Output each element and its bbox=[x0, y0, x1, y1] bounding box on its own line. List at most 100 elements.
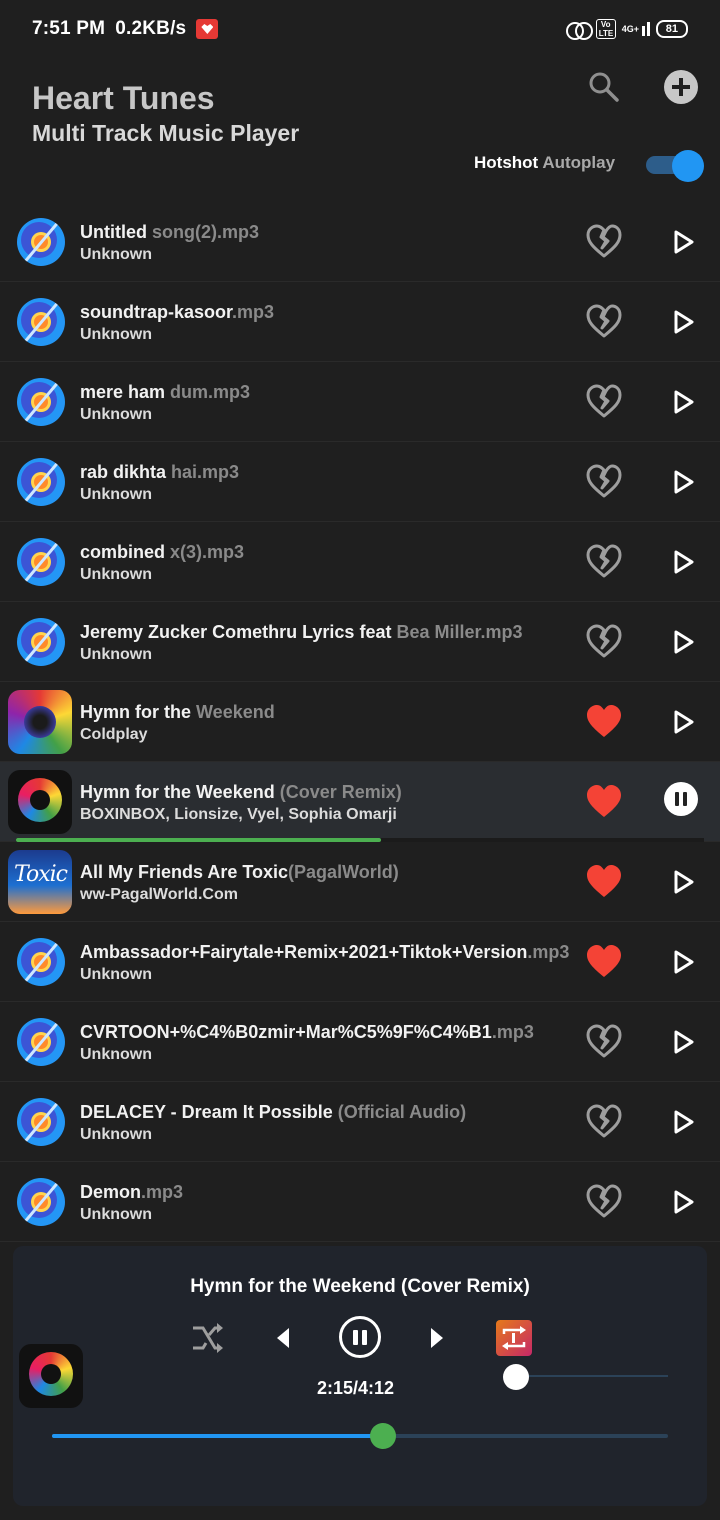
track-title-rest: (Cover Remix) bbox=[274, 782, 402, 802]
track-row[interactable]: Untitled song(2).mp3 Unknown bbox=[0, 202, 720, 282]
app-subtitle: Multi Track Music Player bbox=[32, 120, 300, 146]
track-row[interactable]: mere ham dum.mp3 Unknown bbox=[0, 362, 720, 442]
track-artist: ww-PagalWorld.Com bbox=[80, 886, 238, 903]
track-row[interactable]: Hymn for the Weekend Coldplay bbox=[0, 682, 720, 762]
autoplay-label-secondary: Autoplay bbox=[542, 153, 616, 172]
favorite-heart-icon[interactable] bbox=[585, 783, 623, 819]
previous-icon[interactable] bbox=[271, 1324, 295, 1352]
unfavorite-broken-heart-icon[interactable] bbox=[585, 1103, 623, 1139]
track-artist: Unknown bbox=[80, 326, 152, 343]
track-artist: Unknown bbox=[80, 246, 152, 263]
track-title-rest: .mp3 bbox=[491, 1022, 534, 1042]
music-disc-icon bbox=[17, 618, 65, 666]
unfavorite-broken-heart-icon[interactable] bbox=[585, 543, 623, 579]
music-disc-icon bbox=[17, 938, 65, 986]
track-artist: Unknown bbox=[80, 966, 152, 983]
track-artist: Coldplay bbox=[80, 726, 148, 743]
favorite-heart-icon[interactable] bbox=[585, 943, 623, 979]
autoplay-toggle[interactable] bbox=[646, 150, 704, 182]
unfavorite-broken-heart-icon[interactable] bbox=[585, 463, 623, 499]
track-title: DELACEY - Dream It Possible (Official Au… bbox=[80, 1102, 585, 1123]
track-title: Untitled song(2).mp3 bbox=[80, 222, 585, 243]
status-right: Vo LTE 4G+ 81 bbox=[565, 19, 688, 40]
play-icon[interactable] bbox=[664, 1104, 700, 1140]
track-title-main: Jeremy Zucker Comethru Lyrics feat bbox=[80, 622, 392, 642]
next-icon[interactable] bbox=[425, 1324, 449, 1352]
play-icon[interactable] bbox=[664, 464, 700, 500]
track-title-main: Hymn for the Weekend bbox=[80, 782, 275, 802]
unfavorite-broken-heart-icon[interactable] bbox=[585, 303, 623, 339]
music-disc-icon bbox=[17, 538, 65, 586]
play-icon[interactable] bbox=[664, 224, 700, 260]
music-disc-icon bbox=[17, 218, 65, 266]
play-icon[interactable] bbox=[664, 384, 700, 420]
track-title: combined x(3).mp3 bbox=[80, 542, 585, 563]
playback-time: 2:15/4:12 bbox=[317, 1378, 395, 1398]
track-title: CVRTOON+%C4%B0zmir+Mar%C5%9F%C4%B1.mp3 bbox=[80, 1022, 585, 1043]
play-icon[interactable] bbox=[664, 944, 700, 980]
unfavorite-broken-heart-icon[interactable] bbox=[585, 1183, 623, 1219]
track-title: Jeremy Zucker Comethru Lyrics feat Bea M… bbox=[80, 622, 585, 643]
app-title: Heart Tunes bbox=[32, 80, 215, 116]
pause-icon[interactable] bbox=[664, 782, 698, 816]
track-title-rest: song(2).mp3 bbox=[147, 222, 260, 242]
track-title-rest: hai.mp3 bbox=[166, 462, 240, 482]
track-artist: Unknown bbox=[80, 646, 152, 663]
play-icon[interactable] bbox=[664, 304, 700, 340]
track-title: soundtrap-kasoor.mp3 bbox=[80, 302, 585, 323]
search-icon[interactable] bbox=[587, 70, 621, 104]
track-row[interactable]: Toxic All My Friends Are Toxic(PagalWorld… bbox=[0, 842, 720, 922]
play-icon[interactable] bbox=[664, 1024, 700, 1060]
track-title-rest: x(3).mp3 bbox=[165, 542, 245, 562]
repeat-one-icon[interactable] bbox=[496, 1320, 532, 1356]
track-row[interactable]: combined x(3).mp3 Unknown bbox=[0, 522, 720, 602]
track-title: Hymn for the Weekend (Cover Remix) bbox=[80, 782, 585, 803]
favorite-heart-icon[interactable] bbox=[585, 863, 623, 899]
shuffle-icon[interactable] bbox=[189, 1322, 225, 1354]
music-disc-icon bbox=[17, 1098, 65, 1146]
unfavorite-broken-heart-icon[interactable] bbox=[585, 383, 623, 419]
play-icon[interactable] bbox=[664, 544, 700, 580]
track-title-main: Untitled bbox=[80, 222, 147, 242]
track-title-main: soundtrap-kasoor bbox=[80, 302, 233, 322]
track-row[interactable]: Hymn for the Weekend (Cover Remix) BOXINB… bbox=[0, 762, 720, 842]
track-artist: Unknown bbox=[80, 1046, 152, 1063]
track-title-rest: Bea Miller.mp3 bbox=[391, 622, 523, 642]
track-row[interactable]: soundtrap-kasoor.mp3 Unknown bbox=[0, 282, 720, 362]
play-icon[interactable] bbox=[664, 624, 700, 660]
track-title-main: CVRTOON+%C4%B0zmir+Mar%C5%9F%C4%B1 bbox=[80, 1022, 492, 1042]
play-icon[interactable] bbox=[664, 1184, 700, 1220]
seek-bar-thumb[interactable] bbox=[369, 1423, 396, 1449]
autoplay-label: Hotshot Autoplay bbox=[474, 153, 615, 173]
pause-icon[interactable] bbox=[339, 1316, 381, 1358]
volume-slider-thumb[interactable] bbox=[503, 1364, 529, 1390]
now-playing-panel: Hymn for the Weekend (Cover Remix) 2:15/… bbox=[13, 1246, 707, 1506]
volume-slider[interactable] bbox=[516, 1375, 668, 1377]
track-row[interactable]: DELACEY - Dream It Possible (Official Au… bbox=[0, 1082, 720, 1162]
track-row[interactable]: Demon.mp3 Unknown bbox=[0, 1162, 720, 1242]
seek-bar[interactable] bbox=[52, 1423, 668, 1449]
track-row[interactable]: Ambassador+Fairytale+Remix+2021+Tiktok+V… bbox=[0, 922, 720, 1002]
play-icon[interactable] bbox=[664, 864, 700, 900]
track-artist: Unknown bbox=[80, 1126, 152, 1143]
track-title-rest: (PagalWorld) bbox=[288, 862, 399, 882]
add-icon[interactable] bbox=[664, 70, 698, 104]
play-icon[interactable] bbox=[664, 704, 700, 740]
track-row[interactable]: Jeremy Zucker Comethru Lyrics feat Bea M… bbox=[0, 602, 720, 682]
track-title-rest: (Official Audio) bbox=[332, 1102, 467, 1122]
toggle-thumb bbox=[672, 150, 704, 182]
music-disc-icon bbox=[17, 1018, 65, 1066]
album-art bbox=[8, 770, 72, 834]
track-row[interactable]: CVRTOON+%C4%B0zmir+Mar%C5%9F%C4%B1.mp3 Un… bbox=[0, 1002, 720, 1082]
track-artist: Unknown bbox=[80, 406, 152, 423]
now-playing-title: Hymn for the Weekend (Cover Remix) bbox=[190, 1276, 530, 1297]
track-row[interactable]: rab dikhta hai.mp3 Unknown bbox=[0, 442, 720, 522]
favorite-heart-icon[interactable] bbox=[585, 703, 623, 739]
track-title-main: mere ham bbox=[80, 382, 166, 402]
music-disc-icon bbox=[17, 378, 65, 426]
track-title-main: DELACEY - Dream It Possible bbox=[80, 1102, 333, 1122]
unfavorite-broken-heart-icon[interactable] bbox=[585, 623, 623, 659]
unfavorite-broken-heart-icon[interactable] bbox=[585, 1023, 623, 1059]
track-title-rest: .mp3 bbox=[527, 942, 570, 962]
unfavorite-broken-heart-icon[interactable] bbox=[585, 223, 623, 259]
